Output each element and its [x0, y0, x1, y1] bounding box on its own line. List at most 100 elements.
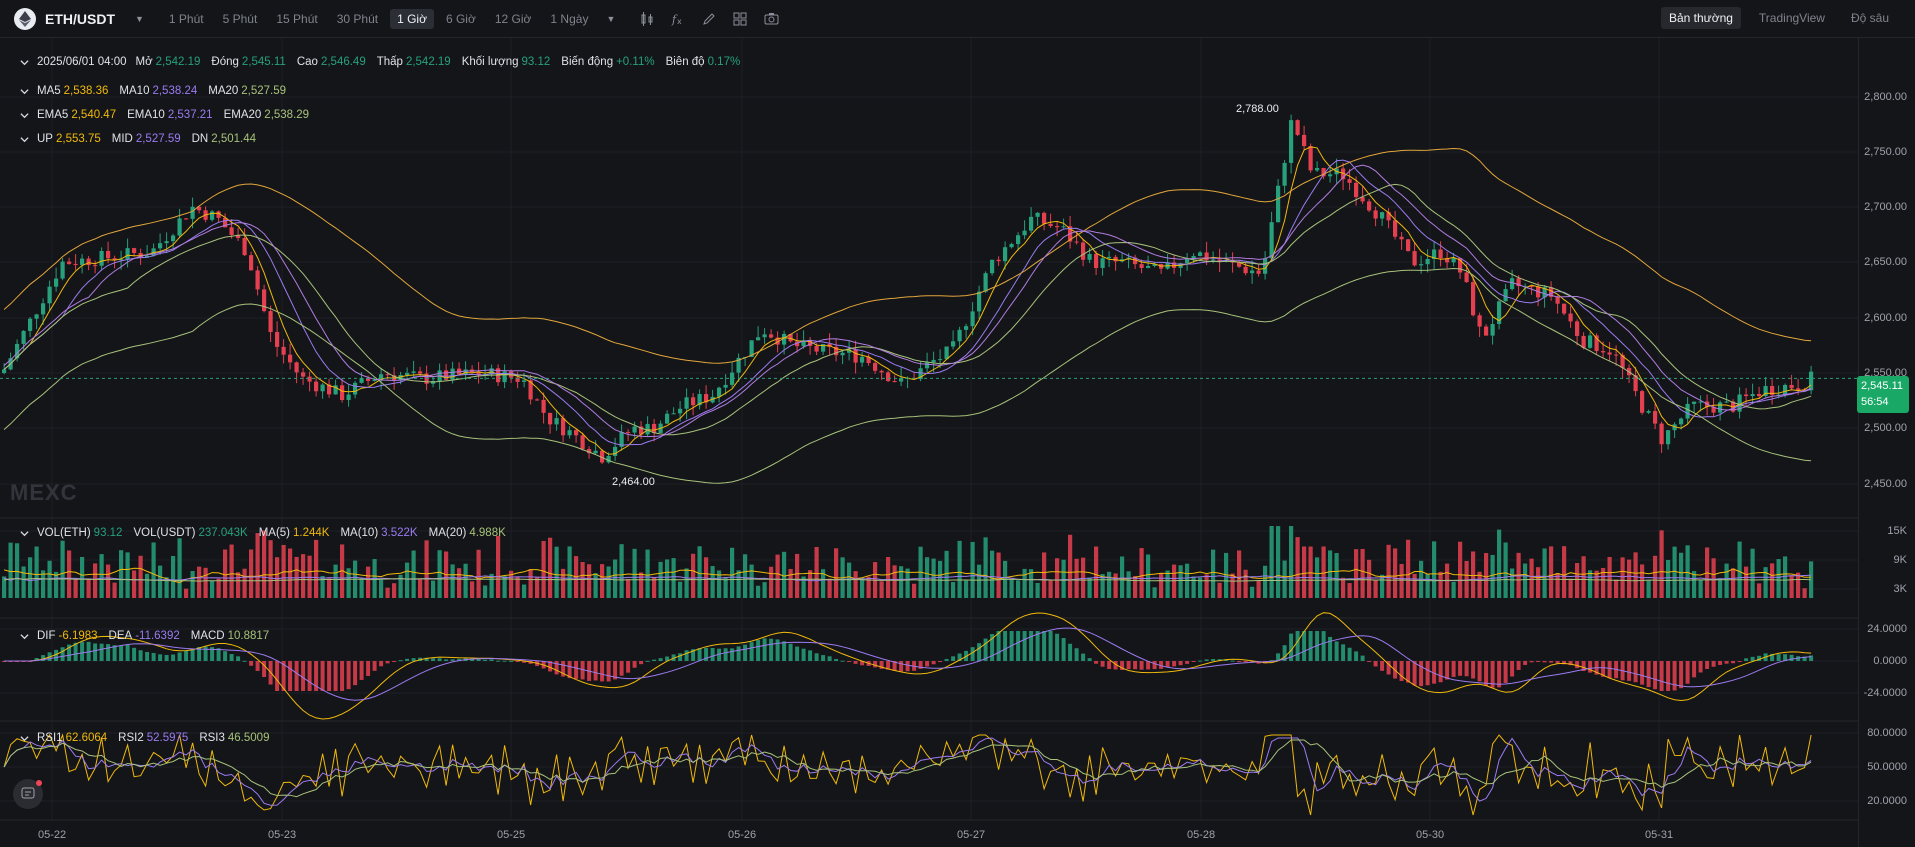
volume-bar [1568, 578, 1573, 598]
boll-mid-label: MID [111, 133, 133, 145]
candle-body [1282, 162, 1287, 186]
macd-bar [353, 661, 358, 686]
candle-body [1607, 352, 1612, 355]
candle-body [1211, 259, 1216, 261]
candle-body [1256, 270, 1261, 274]
macd-bar [795, 646, 800, 661]
candle-body [814, 345, 819, 352]
view-tab-2[interactable]: Độ sâu [1843, 7, 1897, 29]
macd-bar [1425, 661, 1430, 686]
volume-bar [912, 583, 917, 598]
camera-icon[interactable] [757, 8, 785, 30]
vol-ma20-value: 4.988K [469, 527, 506, 539]
candle-body [1146, 265, 1151, 268]
open-value: 2,542.19 [155, 56, 201, 68]
macd-bar [1438, 661, 1443, 683]
indicator-fx-icon[interactable]: fx [664, 8, 692, 30]
price-axis-label: 2,450.00 [1864, 478, 1907, 490]
interval-tab-4[interactable]: 1 Giờ [390, 8, 434, 29]
price-axis-label: 2,500.00 [1864, 422, 1907, 434]
candle-body [34, 314, 39, 319]
volume-bar [1685, 545, 1690, 598]
volume-bar [80, 556, 85, 598]
volume-bar [1783, 556, 1788, 598]
volume-bar [119, 550, 124, 598]
interval-tab-0[interactable]: 1 Phút [162, 9, 211, 29]
candle-body [1243, 266, 1248, 274]
volume-bar [788, 568, 793, 598]
view-tab-0[interactable]: Bản thường [1660, 7, 1741, 29]
macd-bar [639, 661, 644, 665]
macd-bar [736, 646, 741, 661]
macd-bar [340, 661, 345, 691]
chevron-down-icon[interactable] [20, 529, 29, 538]
chevron-down-icon[interactable]: ▼ [135, 14, 144, 24]
macd-bar [678, 653, 683, 661]
macd-bar [1360, 655, 1365, 661]
price-axis[interactable]: 2,800.00 2,750.00 2,700.00 2,650.00 2,600.00… [1858, 38, 1915, 847]
candle-body [1783, 384, 1788, 395]
interval-more-chevron-icon[interactable]: ▼ [606, 14, 615, 24]
volume-bar [1646, 579, 1651, 598]
chevron-down-icon[interactable] [20, 58, 29, 67]
volume-bar [1133, 576, 1138, 598]
interval-tab-3[interactable]: 30 Phút [330, 9, 385, 29]
macd-bar [158, 654, 163, 661]
macd-bar [1731, 661, 1736, 664]
candle-body [1373, 210, 1378, 219]
pair-selector[interactable]: ETH/USDT ▼ [14, 7, 144, 30]
volume-bar [1334, 553, 1339, 598]
interval-tab-2[interactable]: 15 Phút [269, 9, 324, 29]
macd-bar [1477, 661, 1482, 682]
macd-axis-label: -24.0000 [1863, 687, 1907, 699]
candle-type-icon[interactable] [633, 8, 661, 30]
macd-bar [372, 661, 377, 671]
volume-bar [21, 566, 26, 598]
volume-bar [1796, 572, 1801, 598]
candle-body [340, 385, 345, 401]
macd-bar [1640, 661, 1645, 685]
macd-bar [1061, 637, 1066, 661]
interval-tab-5[interactable]: 6 Giờ [439, 9, 483, 29]
volume-bar [593, 573, 598, 598]
chevron-down-icon[interactable] [20, 87, 29, 96]
macd-bar [151, 652, 156, 661]
view-tab-1[interactable]: TradingView [1751, 7, 1833, 29]
candle-body [281, 346, 286, 355]
chat-icon[interactable] [13, 779, 43, 809]
macd-bar [444, 659, 449, 661]
macd-bar [450, 659, 455, 661]
candle-body [1614, 354, 1619, 356]
interval-tab-6[interactable]: 12 Giờ [488, 9, 539, 29]
draw-pencil-icon[interactable] [695, 8, 723, 30]
volume-bar [1484, 553, 1489, 598]
interval-tab-1[interactable]: 5 Phút [216, 9, 265, 29]
macd-bar [1302, 631, 1307, 661]
kline-chart[interactable] [0, 0, 1915, 847]
layout-grid-icon[interactable] [726, 8, 754, 30]
chevron-down-icon[interactable] [20, 135, 29, 144]
vol-axis-label: 9K [1893, 554, 1907, 566]
vol-usdt-value: 237.043K [198, 527, 248, 539]
vol-ma10-label: MA(10) [340, 527, 379, 539]
macd-bar [1211, 659, 1216, 661]
chevron-down-icon[interactable] [20, 734, 29, 743]
macd-bar [944, 658, 949, 661]
candle-body [1315, 168, 1320, 171]
macd-bar [626, 661, 631, 673]
volume-bar [86, 579, 91, 598]
candle-body [1659, 423, 1664, 445]
high-mark-label: 2,788.00 [1236, 103, 1279, 115]
macd-bar [1653, 661, 1658, 690]
volume-value: 93.12 [521, 56, 551, 68]
volume-bar [834, 548, 839, 598]
candle-body [210, 211, 215, 220]
chevron-down-icon[interactable] [20, 111, 29, 120]
interval-tab-7[interactable]: 1 Ngày [543, 9, 595, 29]
volume-bar [1120, 556, 1125, 598]
volume-bar [1536, 567, 1541, 598]
volume-bar [1744, 566, 1749, 598]
volume-bar [333, 564, 338, 598]
macd-bar [1516, 661, 1521, 670]
chevron-down-icon[interactable] [20, 632, 29, 641]
